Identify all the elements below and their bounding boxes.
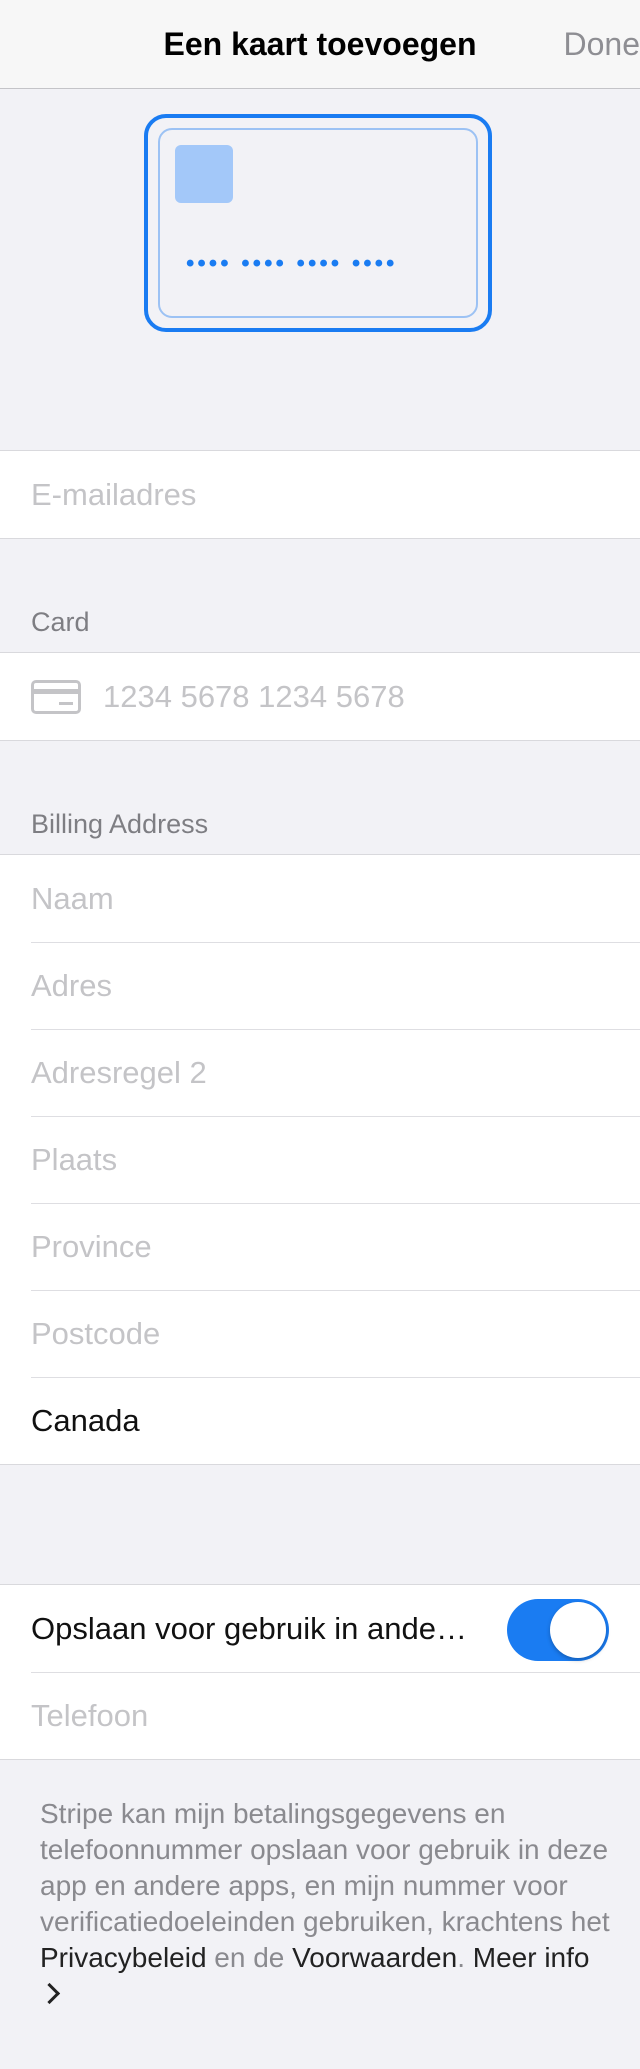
billing-group: Naam Adres Adresregel 2 Plaats Province … bbox=[0, 854, 640, 1465]
email-group: E-mailadres bbox=[0, 450, 640, 539]
done-button[interactable]: Done bbox=[564, 26, 640, 63]
email-field[interactable]: E-mailadres bbox=[0, 451, 640, 538]
card-preview: •••• •••• •••• •••• bbox=[144, 114, 492, 332]
more-info-label: Meer info bbox=[472, 1942, 590, 1973]
page-title: Een kaart toevoegen bbox=[163, 26, 477, 62]
save-for-later-label: Opslaan voor gebruik in ande… bbox=[31, 1610, 467, 1646]
save-group: Opslaan voor gebruik in ande… Telefoon bbox=[0, 1584, 640, 1760]
address-line2-placeholder: Adresregel 2 bbox=[31, 1054, 207, 1090]
navigation-bar: Een kaart toevoegen Done bbox=[0, 0, 640, 89]
city-field[interactable]: Plaats bbox=[0, 1116, 640, 1203]
legal-text-part3: . bbox=[457, 1942, 473, 1973]
postcode-field[interactable]: Postcode bbox=[0, 1290, 640, 1377]
card-chip bbox=[175, 145, 233, 203]
address-line2-field[interactable]: Adresregel 2 bbox=[0, 1029, 640, 1116]
card-preview-inner: •••• •••• •••• •••• bbox=[158, 128, 478, 318]
card-group: 1234 5678 1234 5678 bbox=[0, 652, 640, 741]
legal-text-part2: en de bbox=[206, 1942, 293, 1973]
address-field[interactable]: Adres bbox=[0, 942, 640, 1029]
country-value: Canada bbox=[31, 1402, 140, 1438]
billing-section-header: Billing Address bbox=[31, 809, 209, 839]
card-number-dots: •••• •••• •••• •••• bbox=[186, 250, 398, 277]
legal-text-part1: Stripe kan mijn betalingsgegevens en tel… bbox=[40, 1798, 610, 1937]
name-field[interactable]: Naam bbox=[0, 855, 640, 942]
card-number-field[interactable]: 1234 5678 1234 5678 bbox=[0, 653, 640, 740]
phone-field[interactable]: Telefoon bbox=[0, 1672, 640, 1759]
terms-link[interactable]: Voorwaarden bbox=[292, 1942, 457, 1973]
country-select[interactable]: Canada bbox=[0, 1377, 640, 1464]
card-section-header: Card bbox=[31, 607, 90, 637]
name-placeholder: Naam bbox=[31, 880, 114, 916]
card-number-placeholder: 1234 5678 1234 5678 bbox=[103, 678, 405, 714]
chevron-right-icon bbox=[38, 1982, 61, 2005]
province-placeholder: Province bbox=[31, 1228, 152, 1264]
privacy-policy-link[interactable]: Privacybeleid bbox=[40, 1942, 207, 1973]
credit-card-icon bbox=[31, 679, 81, 714]
save-for-later-row: Opslaan voor gebruik in ande… bbox=[0, 1585, 640, 1672]
toggle-knob bbox=[550, 1602, 606, 1658]
legal-text: Stripe kan mijn betalingsgegevens en tel… bbox=[38, 1796, 610, 2012]
email-placeholder: E-mailadres bbox=[31, 476, 197, 512]
province-field[interactable]: Province bbox=[0, 1203, 640, 1290]
address-placeholder: Adres bbox=[31, 967, 112, 1003]
city-placeholder: Plaats bbox=[31, 1141, 118, 1177]
phone-placeholder: Telefoon bbox=[31, 1697, 149, 1733]
save-toggle[interactable] bbox=[507, 1599, 609, 1661]
postcode-placeholder: Postcode bbox=[31, 1315, 161, 1351]
